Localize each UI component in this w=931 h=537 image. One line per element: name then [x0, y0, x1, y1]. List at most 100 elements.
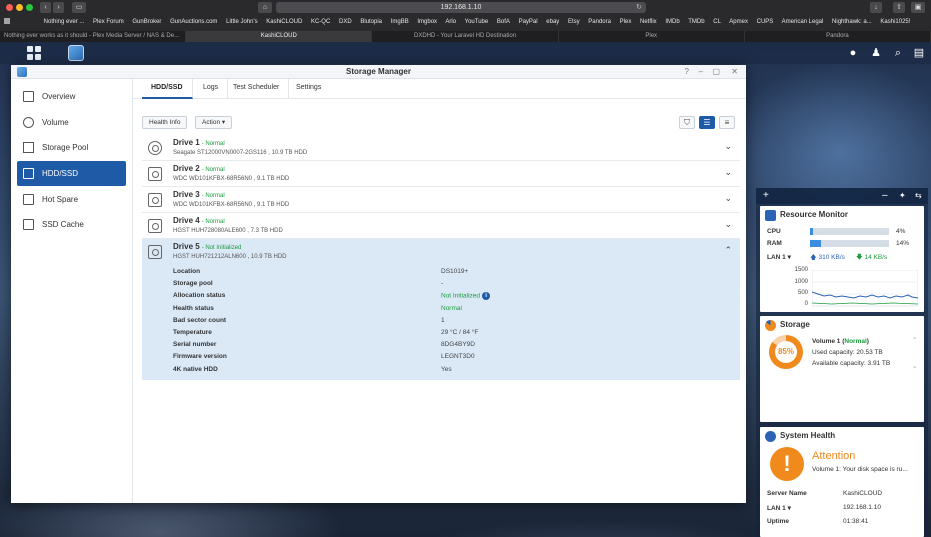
compact-view-icon[interactable]: ≡ [719, 116, 735, 129]
favorite-link[interactable]: DXD [339, 19, 352, 25]
tab-hdd-ssd[interactable]: HDD/SSD [142, 79, 193, 99]
drive-row-expanded[interactable]: Drive 5- Not Initialized HGST HUH721212A… [142, 239, 740, 380]
pin-icon[interactable]: ✦ [899, 188, 906, 204]
sidebar-item-volume[interactable]: Volume [17, 110, 126, 135]
favorite-link[interactable]: TMDb [688, 19, 704, 25]
tab-test-scheduler[interactable]: Test Scheduler [224, 79, 290, 99]
favorite-link[interactable]: KashiCLOUD [266, 19, 302, 25]
chevron-down-icon[interactable]: ⌄ [724, 141, 732, 152]
drive-row[interactable]: Drive 2- Normal WDC WD101KFBX-68R56N0 , … [142, 161, 740, 187]
lan-selector[interactable]: LAN 1 ▾ [767, 253, 791, 261]
favorite-link[interactable]: Apmex [729, 19, 748, 25]
sidebar-item-hdd-ssd[interactable]: HDD/SSD [17, 161, 126, 186]
notifications-icon[interactable]: ● [845, 45, 861, 61]
list-view-icon[interactable]: ☰ [699, 116, 715, 129]
drive-row[interactable]: Drive 4- Normal HGST HUH728080ALE600 , 7… [142, 213, 740, 239]
favorite-link[interactable]: ImgBB [391, 19, 409, 25]
favorite-link[interactable]: Netflix [640, 19, 657, 25]
chevron-down-icon[interactable]: ⌄ [724, 167, 732, 178]
favorite-link[interactable]: Kashi1025! [880, 19, 910, 25]
favorite-link[interactable]: BofA [497, 19, 510, 25]
browser-tab-active[interactable]: KashiCLOUD [186, 31, 373, 42]
add-widget-icon[interactable]: + [763, 188, 769, 204]
favorite-link[interactable]: Plex Forum [93, 19, 124, 25]
chevron-down-icon[interactable]: ⌄ [912, 362, 917, 370]
widget-settings-icon[interactable]: ⇆ [915, 188, 922, 204]
favorite-link[interactable]: ebay [546, 19, 559, 25]
favorite-link[interactable]: Blutopia [360, 19, 382, 25]
favorite-link[interactable]: IMDb [665, 19, 679, 25]
search-icon[interactable]: ⌕ [890, 45, 906, 61]
maximize-icon[interactable]: ▢ [712, 65, 720, 79]
favorite-link[interactable]: KC-QC [311, 19, 330, 25]
lan-selector[interactable]: LAN 1 ▾ [767, 504, 791, 512]
back-icon[interactable]: ‹ [40, 2, 51, 13]
user-icon[interactable]: ♟ [868, 45, 884, 61]
sidebar-icon[interactable]: ▭ [72, 2, 86, 13]
zoom-window-icon[interactable] [26, 4, 33, 11]
chevron-up-icon[interactable]: ⌃ [912, 336, 917, 344]
grid-icon[interactable] [4, 18, 10, 25]
tab-overview-icon[interactable]: ▣ [911, 2, 925, 13]
info-icon[interactable]: i [482, 292, 491, 300]
detail-label: Serial number [173, 341, 217, 348]
favorite-link[interactable]: Arlo [445, 19, 456, 25]
share-icon[interactable]: ⇧ [893, 2, 905, 13]
favorite-link[interactable]: CUPS [757, 19, 774, 25]
sidebar-item-overview[interactable]: Overview [17, 84, 126, 109]
health-message: Volume 1: Your disk space is ru... [812, 466, 908, 473]
chevron-up-icon[interactable]: ⌃ [724, 245, 732, 256]
favorite-link[interactable]: Plex [620, 19, 632, 25]
widgets-icon[interactable]: ▤ [911, 45, 927, 61]
close-window-icon[interactable] [6, 4, 13, 11]
close-icon[interactable]: ✕ [731, 65, 738, 79]
action-button[interactable]: Action ▾ [195, 116, 233, 129]
drive-row[interactable]: Drive 1- Normal Seagate ST12000VN0007-2G… [142, 135, 740, 161]
browser-tab[interactable]: Nothing ever works as it should - Plex M… [0, 31, 187, 42]
drive-model: WDC WD101KFBX-68R56N0 , 9.1 TB HDD [173, 202, 290, 208]
address-bar[interactable]: 192.168.1.10 ↻ [276, 2, 646, 13]
home-icon[interactable]: ⌂ [258, 2, 272, 13]
favorite-link[interactable]: GunAuctions.com [170, 19, 217, 25]
downloads-icon[interactable]: ↓ [870, 2, 882, 13]
detail-label: 4K native HDD [173, 366, 218, 373]
favorite-link[interactable]: Nighthawk: a... [832, 19, 872, 25]
minimize-widgets-icon[interactable]: – [882, 188, 888, 204]
chevron-down-icon[interactable]: ⌄ [724, 193, 732, 204]
filter-icon[interactable]: ⛉ [679, 116, 695, 129]
favorite-link[interactable]: PayPal [519, 19, 538, 25]
browser-tab[interactable]: Plex [559, 31, 745, 42]
drive-row[interactable]: Drive 3- Normal WDC WD101KFBX-68R56N0 , … [142, 187, 740, 213]
chevron-down-icon[interactable]: ⌄ [724, 219, 732, 230]
browser-tab[interactable]: Pandora [745, 31, 931, 42]
favorite-link[interactable]: Nothing ever ... [44, 19, 85, 25]
widgets-panel: + – ✦ ⇆ Resource Monitor CPU 4% RAM 14% … [756, 188, 928, 537]
favorite-link[interactable]: GunBroker [132, 19, 161, 25]
overview-icon [23, 91, 34, 102]
tab-settings[interactable]: Settings [287, 79, 330, 99]
browser-tab[interactable]: DXDHD - Your Laravel HD Destination [372, 31, 559, 42]
minimize-icon[interactable]: – [699, 65, 703, 79]
sidebar-item-ssd-cache[interactable]: SSD Cache [17, 212, 126, 237]
favorite-link[interactable]: CL [713, 19, 721, 25]
window-titlebar[interactable]: Storage Manager ? – ▢ ✕ [11, 65, 746, 79]
favorite-link[interactable]: Etsy [568, 19, 580, 25]
drive-status: - Normal [201, 219, 225, 225]
main-menu-icon[interactable] [26, 45, 42, 61]
volume-label: Volume 1 ( [812, 338, 845, 345]
sidebar-item-hot-spare[interactable]: Hot Spare [17, 187, 126, 212]
minimize-window-icon[interactable] [16, 4, 23, 11]
y-tick: 500 [797, 290, 808, 296]
reload-icon[interactable]: ↻ [636, 2, 642, 13]
health-info-button[interactable]: Health Info [142, 116, 188, 129]
help-icon[interactable]: ? [685, 65, 689, 79]
forward-icon[interactable]: › [53, 2, 64, 13]
sidebar-item-storage-pool[interactable]: Storage Pool [17, 135, 126, 160]
drive-icon [148, 193, 162, 207]
favorite-link[interactable]: American Legal [782, 19, 824, 25]
favorite-link[interactable]: Pandora [588, 19, 611, 25]
favorite-link[interactable]: Little John's [226, 19, 258, 25]
favorite-link[interactable]: Imgbox [417, 19, 437, 25]
storage-manager-taskbar-icon[interactable] [68, 45, 84, 61]
favorite-link[interactable]: YouTube [465, 19, 489, 25]
